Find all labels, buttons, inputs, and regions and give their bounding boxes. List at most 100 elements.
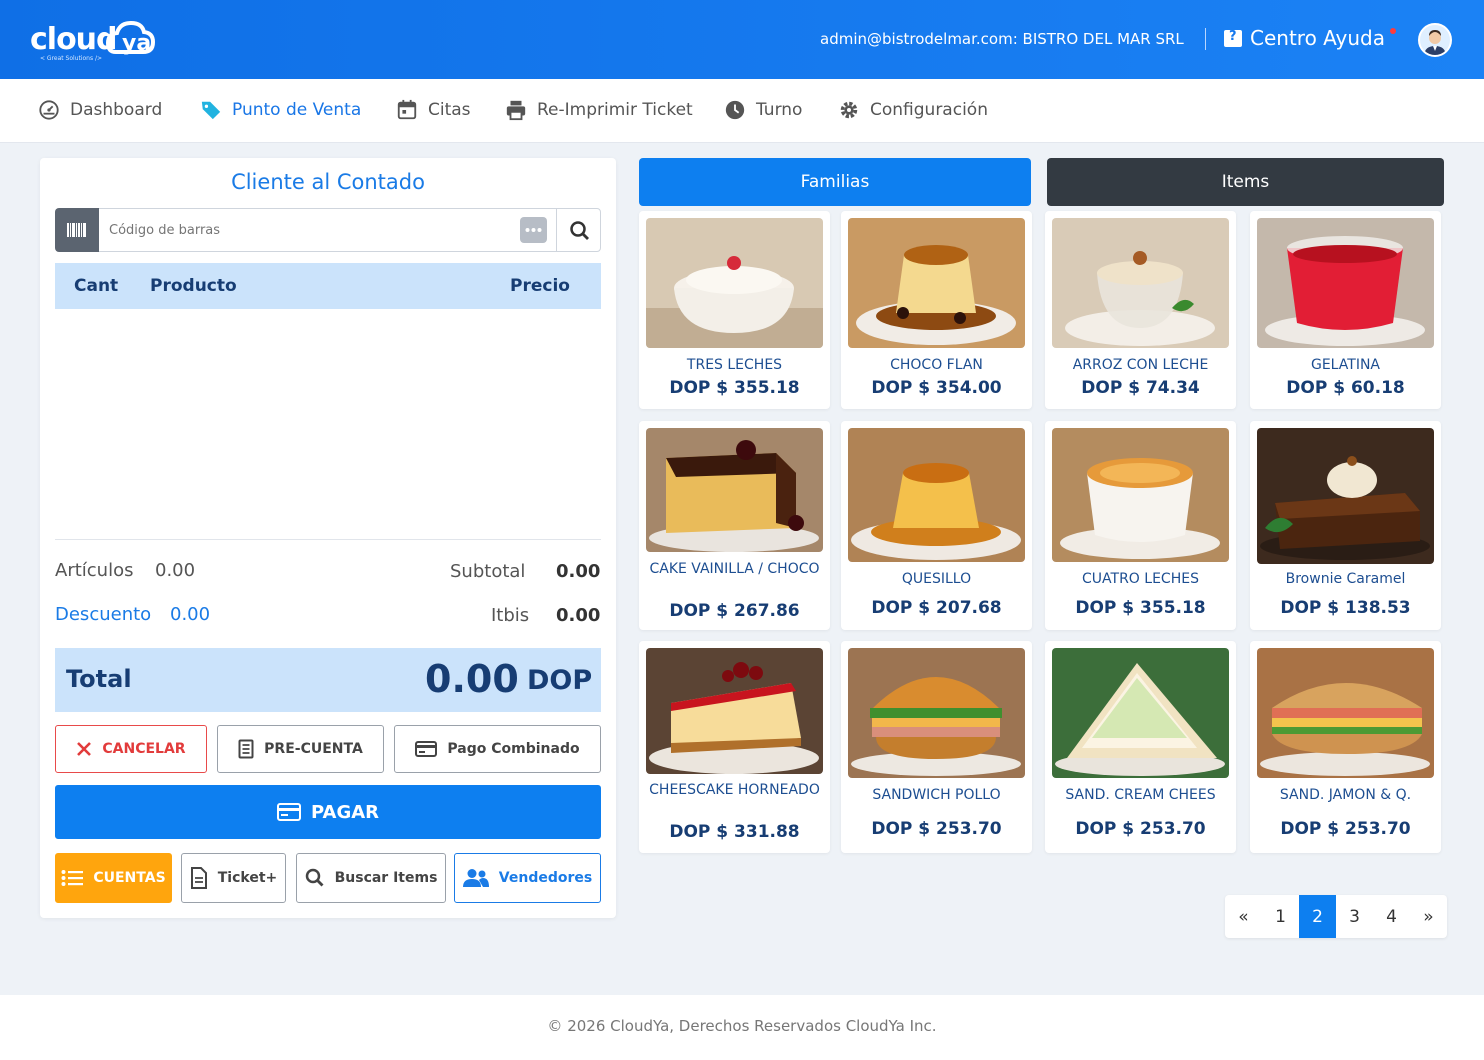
credit-card-icon: [415, 741, 438, 757]
barcode-button[interactable]: [55, 208, 99, 252]
ticket-plus-button[interactable]: Ticket+: [181, 853, 286, 903]
total-value: 0.00: [425, 657, 519, 701]
product-name: GELATINA: [1310, 357, 1381, 373]
cart-items-list: [55, 309, 601, 539]
nav-turno[interactable]: Turno: [724, 99, 802, 121]
tab-familias[interactable]: Familias: [639, 158, 1031, 206]
nav-configuracion[interactable]: Configuración: [838, 99, 988, 121]
document-icon: [190, 867, 207, 889]
nav-punto-de-venta[interactable]: Punto de Venta: [200, 99, 361, 121]
nav-reimprimir-ticket[interactable]: Re-Imprimir Ticket: [505, 99, 693, 121]
product-card[interactable]: QUESILLO DOP $ 207.68: [841, 421, 1032, 630]
product-image-cake-vainilla: [646, 428, 823, 552]
product-name: SAND. CREAM CHEES: [1065, 787, 1216, 803]
help-center-link[interactable]: Centro Ayuda: [1224, 26, 1385, 50]
search-button[interactable]: [556, 208, 601, 252]
total-label: Total: [66, 665, 132, 693]
pagar-button[interactable]: PAGAR: [55, 785, 601, 839]
nav-citas[interactable]: Citas: [396, 99, 471, 121]
cloudya-logo[interactable]: cloud ya < Great Solutions />: [30, 14, 190, 64]
product-card[interactable]: GELATINA DOP $ 60.18: [1250, 211, 1441, 409]
barcode-icon: [67, 223, 86, 237]
buscar-items-button[interactable]: Buscar Items: [296, 853, 446, 903]
pagar-label: PAGAR: [310, 801, 380, 823]
search-icon: [305, 868, 324, 887]
product-card[interactable]: CUATRO LECHES DOP $ 355.18: [1045, 421, 1236, 630]
svg-text:cloud: cloud: [30, 22, 117, 57]
vendedores-button[interactable]: Vendedores: [454, 853, 601, 903]
product-price: DOP $ 331.88: [669, 822, 800, 842]
product-price: DOP $ 253.70: [1075, 819, 1206, 839]
top-header: cloud ya < Great Solutions /> admin@bist…: [0, 0, 1484, 79]
main-nav: Dashboard Punto de Venta Citas Re-Imprim…: [0, 79, 1484, 143]
total-currency: DOP: [527, 665, 593, 696]
ellipsis-icon: [525, 228, 542, 232]
product-name: SAND. JAMON & Q.: [1279, 787, 1412, 803]
product-card[interactable]: CHEESCAKE HORNEADO DOP $ 331.88: [639, 641, 830, 853]
precuenta-label: PRE-CUENTA: [264, 741, 363, 757]
cart-table-header: Cant Producto Precio: [55, 263, 601, 309]
descuento-link[interactable]: Descuento: [55, 604, 151, 625]
total-box: Total 0.00 DOP: [55, 648, 601, 712]
product-image-sand-jamon-q: [1257, 648, 1434, 778]
cancel-button[interactable]: CANCELAR: [55, 725, 207, 773]
page-prev[interactable]: «: [1225, 895, 1262, 938]
list-icon: [61, 870, 84, 886]
page-1[interactable]: 1: [1262, 895, 1299, 938]
product-card[interactable]: CHOCO FLAN DOP $ 354.00: [841, 211, 1032, 409]
calendar-icon: [397, 99, 417, 120]
help-label: Centro Ayuda: [1250, 26, 1385, 50]
more-options-button[interactable]: [520, 217, 547, 243]
product-price: DOP $ 355.18: [1075, 598, 1206, 618]
notification-dot: [1390, 28, 1396, 34]
articulos-value: 0.00: [155, 560, 196, 581]
product-image-arroz-con-leche: [1052, 218, 1229, 348]
user-avatar[interactable]: [1418, 23, 1452, 57]
product-card[interactable]: SAND. CREAM CHEES DOP $ 253.70: [1045, 641, 1236, 853]
pago-combinado-button[interactable]: Pago Combinado: [394, 725, 601, 773]
col-price: Precio: [510, 276, 570, 296]
pago-combinado-label: Pago Combinado: [447, 741, 580, 757]
product-name: TRES LECHES: [686, 357, 783, 373]
buscar-items-label: Buscar Items: [334, 870, 438, 886]
page-4[interactable]: 4: [1373, 895, 1410, 938]
product-image-cuatro-leches: [1052, 428, 1229, 562]
cart-divider: [55, 539, 601, 540]
product-name: CHOCO FLAN: [890, 357, 983, 373]
nav-label: Turno: [756, 100, 803, 120]
svg-text:ya: ya: [122, 31, 151, 56]
product-price: DOP $ 138.53: [1280, 598, 1411, 618]
ticket-plus-label: Ticket+: [217, 870, 278, 886]
page-next[interactable]: »: [1410, 895, 1447, 938]
product-card[interactable]: CAKE VAINILLA / CHOCO DOP $ 267.86: [639, 421, 830, 630]
product-name: CAKE VAINILLA / CHOCO: [649, 561, 820, 577]
nav-label: Punto de Venta: [232, 100, 362, 120]
cuentas-button[interactable]: CUENTAS: [55, 853, 172, 903]
product-price: DOP $ 60.18: [1286, 378, 1405, 398]
account-label: admin@bistrodelmar.com: BISTRO DEL MAR S…: [820, 30, 1184, 48]
gear-icon: [840, 101, 858, 119]
copyright-text: © 2026 CloudYa, Derechos Reservados Clou…: [547, 1017, 937, 1035]
nav-label: Re-Imprimir Ticket: [537, 100, 693, 120]
product-image-brownie-caramel: [1257, 428, 1434, 564]
vendedores-label: Vendedores: [498, 870, 593, 886]
pagination: « 1 2 3 4 »: [1225, 895, 1447, 938]
product-card[interactable]: SAND. JAMON & Q. DOP $ 253.70: [1250, 641, 1441, 853]
credit-card-icon: [276, 803, 301, 821]
cancel-label: CANCELAR: [102, 741, 186, 757]
product-card[interactable]: Brownie Caramel DOP $ 138.53: [1250, 421, 1441, 630]
product-card[interactable]: SANDWICH POLLO DOP $ 253.70: [841, 641, 1032, 853]
product-card[interactable]: TRES LECHES DOP $ 355.18: [639, 211, 830, 409]
product-card[interactable]: ARROZ CON LECHE DOP $ 74.34: [1045, 211, 1236, 409]
precuenta-button[interactable]: PRE-CUENTA: [217, 725, 384, 773]
page-2[interactable]: 2: [1299, 895, 1336, 938]
nav-label: Citas: [428, 100, 471, 120]
customer-name[interactable]: Cliente al Contado: [40, 170, 616, 194]
order-panel: Cliente al Contado Cant Producto Precio …: [40, 158, 616, 918]
nav-dashboard[interactable]: Dashboard: [38, 99, 162, 121]
product-image-cheescake: [646, 648, 823, 774]
product-name: SANDWICH POLLO: [872, 787, 1001, 803]
page-3[interactable]: 3: [1336, 895, 1373, 938]
tab-items[interactable]: Items: [1047, 158, 1444, 206]
avatar-icon: [1424, 30, 1446, 55]
